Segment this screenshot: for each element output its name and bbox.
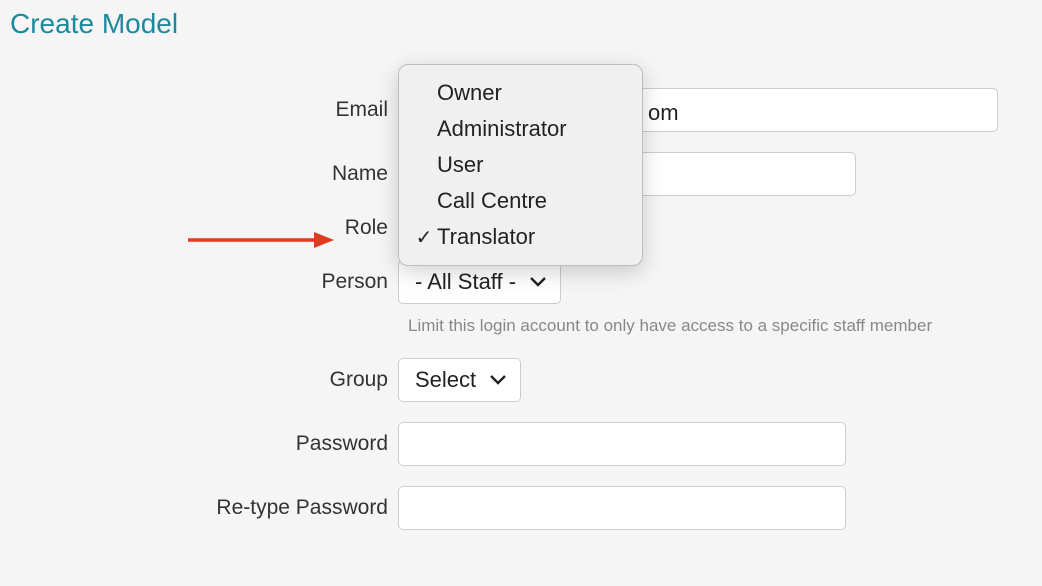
role-option-owner[interactable]: Owner (399, 75, 642, 111)
email-value-visible-tail: om (648, 100, 679, 126)
role-option-label: Owner (437, 80, 502, 106)
label-password: Password (0, 432, 398, 456)
person-select-value: - All Staff - (415, 269, 516, 295)
row-password: Password (0, 422, 1042, 466)
role-option-administrator[interactable]: Administrator (399, 111, 642, 147)
password-input[interactable] (398, 422, 846, 466)
check-icon: ✓ (411, 225, 437, 250)
chevron-down-icon (490, 375, 506, 385)
group-select-value: Select (415, 367, 476, 393)
row-person: Person - All Staff - (0, 260, 1042, 304)
role-option-user[interactable]: User (399, 147, 642, 183)
row-retype-password: Re-type Password (0, 486, 1042, 530)
role-dropdown-popup[interactable]: Owner Administrator User Call Centre ✓ T… (398, 64, 643, 266)
role-option-label: Administrator (437, 116, 567, 142)
role-option-label: User (437, 152, 483, 178)
role-option-label: Translator (437, 224, 535, 250)
row-group: Group Select (0, 358, 1042, 402)
group-select[interactable]: Select (398, 358, 521, 402)
retype-password-input[interactable] (398, 486, 846, 530)
label-email: Email (0, 98, 398, 122)
label-retype-password: Re-type Password (0, 496, 398, 520)
chevron-down-icon (530, 277, 546, 287)
role-option-label: Call Centre (437, 188, 547, 214)
label-role: Role (0, 216, 398, 240)
person-select[interactable]: - All Staff - (398, 260, 561, 304)
role-option-call-centre[interactable]: Call Centre (399, 183, 642, 219)
label-group: Group (0, 368, 398, 392)
role-option-translator[interactable]: ✓ Translator (399, 219, 642, 255)
label-name: Name (0, 162, 398, 186)
person-help-text: Limit this login account to only have ac… (408, 316, 1042, 336)
label-person: Person (0, 270, 398, 294)
page-title: Create Model (0, 0, 1042, 40)
